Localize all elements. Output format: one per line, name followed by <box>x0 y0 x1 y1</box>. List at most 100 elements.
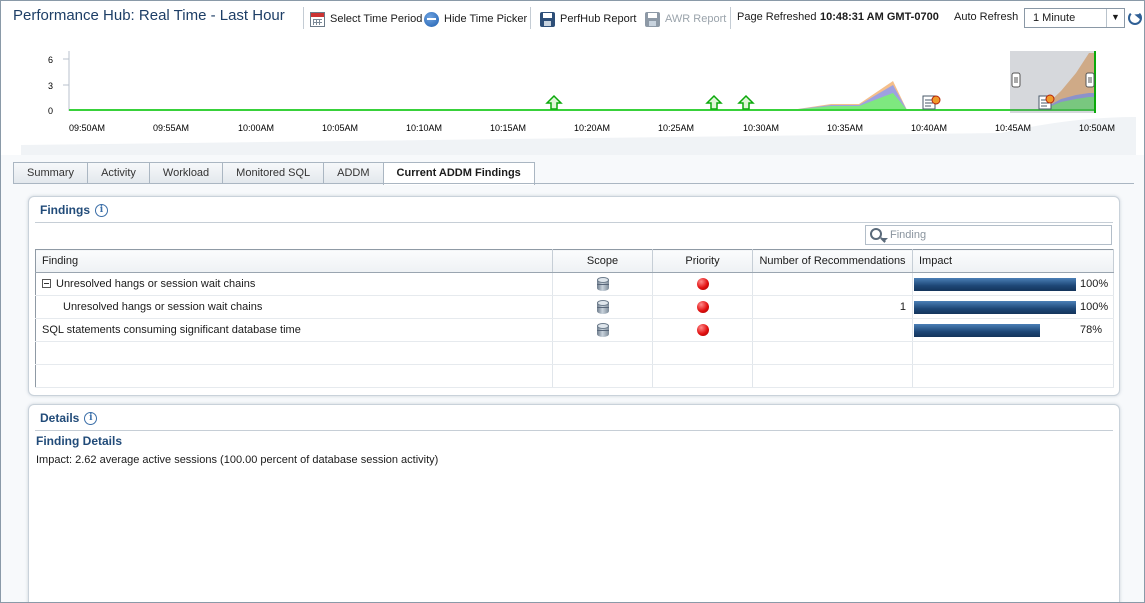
column-header-finding[interactable]: Finding <box>35 249 553 273</box>
refresh-icon[interactable] <box>1128 11 1142 25</box>
tab-activity[interactable]: Activity <box>87 162 149 184</box>
finding-search[interactable] <box>865 225 1112 245</box>
details-title: Details <box>40 411 80 425</box>
report-icon[interactable] <box>922 95 941 110</box>
selection-right-handle[interactable] <box>1085 72 1095 88</box>
hide-time-picker-label: Hide Time Picker <box>444 13 528 25</box>
timeline-svg: 6 3 0 09:50AM 09:55AM 10:00AM 10:05AM 10… <box>21 51 1136 155</box>
scope-cell <box>552 295 653 319</box>
tab-divider <box>13 183 1134 184</box>
finding-name[interactable]: SQL statements consuming significant dat… <box>42 324 301 336</box>
finding-name[interactable]: Unresolved hangs or session wait chains <box>56 278 255 290</box>
upload-arrow-icon[interactable] <box>705 94 723 110</box>
table-row[interactable]: Unresolved hangs or session wait chains … <box>35 272 1114 296</box>
priority-cell <box>652 272 753 296</box>
x-tick-label: 10:50AM <box>1079 123 1115 133</box>
database-icon <box>596 277 609 291</box>
recommendations-cell <box>752 272 913 296</box>
column-header-priority[interactable]: Priority <box>652 249 753 273</box>
x-tick-label: 10:35AM <box>827 123 863 133</box>
impact-bar-fill <box>914 277 1076 291</box>
impact-value: 100% <box>1080 301 1109 313</box>
selection-left-handle[interactable] <box>1011 72 1021 88</box>
impact-cell: 100% <box>912 295 1114 319</box>
hide-time-picker-button[interactable]: Hide Time Picker <box>424 11 527 27</box>
priority-cell <box>652 295 753 319</box>
recommendations-cell <box>752 318 913 342</box>
tab-monitored-sql[interactable]: Monitored SQL <box>222 162 324 184</box>
chevron-down-icon[interactable] <box>882 238 888 244</box>
toolbar: Performance Hub: Real Time - Last Hour S… <box>1 1 1144 37</box>
x-tick-label: 10:20AM <box>574 123 610 133</box>
impact-value: 78% <box>1080 324 1103 336</box>
finding-details-text: Impact: 2.62 average active sessions (10… <box>36 454 439 466</box>
auto-refresh-value: 1 Minute <box>1033 12 1076 24</box>
minus-circle-icon <box>424 11 439 27</box>
tab-workload[interactable]: Workload <box>148 162 223 184</box>
tab-current-addm-findings[interactable]: Current ADDM Findings <box>382 162 535 185</box>
empty-row <box>35 364 1114 388</box>
column-header-impact[interactable]: Impact <box>912 249 1114 273</box>
table-row[interactable]: Unresolved hangs or session wait chains … <box>35 295 1114 319</box>
empty-row <box>35 341 1114 365</box>
upload-arrow-icon[interactable] <box>737 94 755 110</box>
toolbar-divider <box>303 7 304 29</box>
finding-cell: Unresolved hangs or session wait chains <box>35 272 553 296</box>
details-header: Details i <box>40 411 98 425</box>
performance-hub-window: Performance Hub: Real Time - Last Hour S… <box>0 0 1145 603</box>
tab-bar: Summary Activity Workload Monitored SQL … <box>13 162 535 185</box>
page-refreshed-label: Page Refreshed <box>737 11 817 23</box>
findings-header: Findings i <box>40 203 108 217</box>
collapse-icon[interactable] <box>42 279 51 288</box>
finding-cell: SQL statements consuming significant dat… <box>35 318 553 342</box>
info-icon[interactable]: i <box>84 411 98 425</box>
auto-refresh-label: Auto Refresh <box>954 11 1019 23</box>
column-header-recommendations[interactable]: Number of Recommendations <box>752 249 913 273</box>
info-icon[interactable]: i <box>95 203 108 217</box>
recommendations-cell: 1 <box>752 295 913 319</box>
column-header-scope[interactable]: Scope <box>552 249 653 273</box>
upload-arrow-icon[interactable] <box>545 94 563 110</box>
select-time-period-button[interactable]: Select Time Period <box>310 11 422 27</box>
impact-cell: 78% <box>912 318 1114 342</box>
finding-cell: Unresolved hangs or session wait chains <box>35 295 553 319</box>
x-tick-label: 10:30AM <box>743 123 779 133</box>
impact-bar-fill <box>914 300 1076 314</box>
awr-report-button: AWR Report <box>645 11 726 27</box>
finding-details-title: Finding Details <box>36 434 123 448</box>
findings-panel: Findings i Finding Scope Priority Number… <box>28 196 1120 396</box>
table-header-row: Finding Scope Priority Number of Recomme… <box>35 249 1114 273</box>
time-selection-window[interactable] <box>1010 51 1094 113</box>
details-panel: Details i Finding Details Impact: 2.62 a… <box>28 404 1120 602</box>
high-priority-icon <box>696 324 709 337</box>
findings-table: Finding Scope Priority Number of Recomme… <box>35 249 1114 388</box>
divider <box>35 430 1113 431</box>
impact-bar-fill <box>914 323 1041 337</box>
auto-refresh-select[interactable]: 1 Minute ▼ <box>1024 8 1125 28</box>
impact-cell: 100% <box>912 272 1114 296</box>
database-icon <box>596 300 609 314</box>
finding-search-input[interactable] <box>890 228 1100 242</box>
y-tick-label: 3 <box>48 81 53 91</box>
page-title: Performance Hub: Real Time - Last Hour <box>13 7 285 24</box>
scope-cell <box>552 272 653 296</box>
impact-bar <box>914 300 1076 314</box>
awr-report-label: AWR Report <box>665 13 727 25</box>
chevron-down-icon: ▼ <box>1106 9 1124 27</box>
tab-addm[interactable]: ADDM <box>323 162 383 184</box>
x-tick-label: 09:50AM <box>69 123 105 133</box>
scope-cell <box>552 318 653 342</box>
save-icon <box>645 11 660 27</box>
toolbar-divider <box>730 7 731 29</box>
search-icon[interactable] <box>870 228 882 240</box>
tab-summary[interactable]: Summary <box>13 162 88 184</box>
x-tick-label: 10:00AM <box>238 123 274 133</box>
impact-value: 100% <box>1080 278 1109 290</box>
y-tick-label: 6 <box>48 55 53 65</box>
page-refreshed-time: 10:48:31 AM GMT-0700 <box>820 11 939 23</box>
table-row[interactable]: SQL statements consuming significant dat… <box>35 318 1114 342</box>
x-tick-label: 09:55AM <box>153 123 189 133</box>
finding-name[interactable]: Unresolved hangs or session wait chains <box>63 301 262 313</box>
divider <box>35 222 1113 223</box>
perfhub-report-button[interactable]: PerfHub Report <box>540 11 636 27</box>
